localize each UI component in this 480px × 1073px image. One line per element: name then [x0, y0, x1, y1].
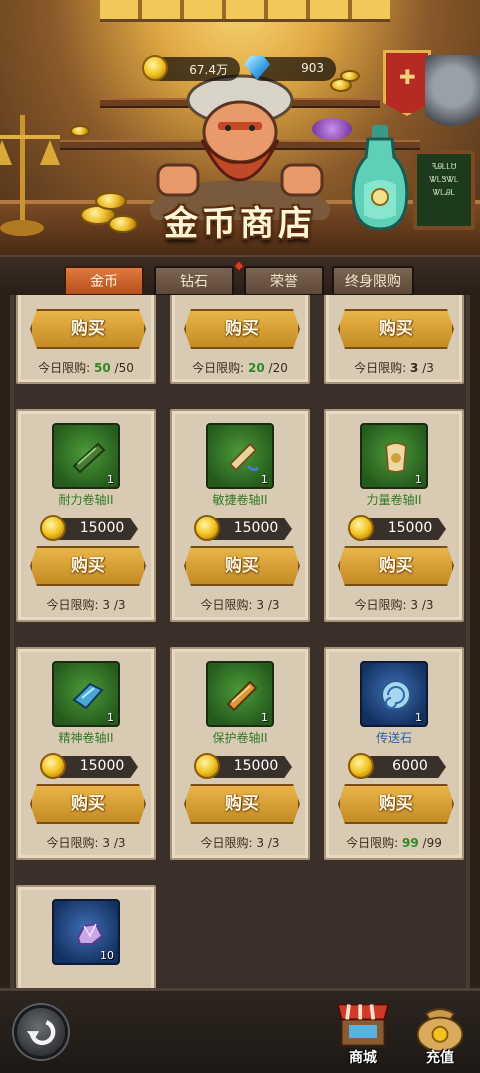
buy-button[interactable]: 购买: [30, 784, 146, 824]
item-icon-frame[interactable]: 1: [206, 661, 274, 727]
purchase-limit: 今日限购: 3 /3: [354, 361, 434, 375]
purchase-limit: 今日限购: 3 /3: [200, 836, 280, 850]
item-name: 传送石: [375, 731, 412, 745]
gold-coin-icon: [40, 753, 66, 779]
gold-coin-icon: [142, 55, 168, 81]
buy-button[interactable]: 购买: [30, 546, 146, 586]
tab-diamond[interactable]: 钻石: [154, 266, 234, 296]
gold-coin-icon: [194, 515, 220, 541]
item-icon-frame[interactable]: 1: [52, 423, 120, 489]
nav-recharge[interactable]: 充值: [405, 997, 475, 1073]
tab-gold[interactable]: 金币: [64, 266, 144, 296]
money-bag-icon: [416, 1008, 464, 1053]
item-icon-frame[interactable]: 10: [52, 899, 120, 965]
item-name: 力量卷轴II: [366, 493, 422, 507]
strength-scroll-icon: [384, 442, 408, 473]
item-card: 购买 今日限购: 3 /3: [324, 295, 464, 384]
purchase-limit: 今日限购: 50 /50: [38, 361, 134, 375]
coin-pile-icon: [340, 70, 360, 82]
item-card: 1 传送石 6000 购买 今日限购: 99 /99: [324, 647, 464, 860]
item-card: 10: [16, 885, 156, 988]
coin-pile-icon: [70, 125, 90, 137]
buy-button[interactable]: 购买: [184, 784, 300, 824]
item-name: 敏捷卷轴II: [212, 493, 268, 507]
item-card: 1 力量卷轴II 15000 购买 今日限购: 3 /3: [324, 409, 464, 622]
bottom-nav: 商城 充值: [0, 988, 480, 1073]
purchase-limit: 今日限购: 3 /3: [46, 836, 126, 850]
back-arrow-icon: [26, 1020, 56, 1045]
item-icon-frame[interactable]: 1: [360, 423, 428, 489]
knight-armor-icon: [425, 55, 480, 145]
item-name: 保护卷轴II: [212, 731, 268, 745]
gold-balance: 67.4万: [142, 55, 240, 81]
item-card: 购买 今日限购: 50 /50: [16, 295, 156, 384]
back-button[interactable]: [14, 1005, 68, 1059]
item-icon-frame[interactable]: 1: [52, 661, 120, 727]
buy-button[interactable]: 购买: [30, 309, 146, 349]
buy-button[interactable]: 购买: [184, 309, 300, 349]
purchase-limit: 今日限购: 99 /99: [346, 836, 442, 850]
gold-amount: 67.4万: [189, 63, 228, 77]
shop-panel[interactable]: 购买 今日限购: 50 /50 购买 今日限购: 20 /20 购买 今日限购:…: [0, 295, 480, 988]
buy-button[interactable]: 购买: [338, 784, 454, 824]
item-icon-frame[interactable]: 1: [360, 661, 428, 727]
item-name: 耐力卷轴II: [58, 493, 114, 507]
buy-button[interactable]: 购买: [338, 309, 454, 349]
tab-honor[interactable]: 荣誉: [244, 266, 324, 296]
mall-stall-icon: [336, 1003, 390, 1047]
page-title: 金币商店: [164, 204, 316, 244]
item-card: 购买 今日限购: 20 /20: [170, 295, 310, 384]
item-card: 1 精神卷轴II 15000 购买 今日限购: 3 /3: [16, 647, 156, 860]
gem-balance: 903: [244, 56, 336, 81]
gold-coin-icon: [348, 515, 374, 541]
item-icon-frame[interactable]: 1: [206, 423, 274, 489]
item-card: 1 敏捷卷轴II 15000 购买 今日限购: 3 /3: [170, 409, 310, 622]
gold-coin-icon: [194, 753, 220, 779]
gold-coin-icon: [348, 753, 374, 779]
purple-ore-icon: [76, 922, 104, 945]
buy-button[interactable]: 购买: [184, 546, 300, 586]
tab-lifetime-limited[interactable]: 终身限购: [332, 266, 414, 296]
item-grid: 购买 今日限购: 50 /50 购买 今日限购: 20 /20 购买 今日限购:…: [14, 295, 466, 988]
purchase-limit: 今日限购: 3 /3: [200, 598, 280, 612]
purchase-limit: 今日限购: 20 /20: [192, 361, 288, 375]
protection-scroll-icon: [226, 680, 258, 712]
gold-coin-icon: [40, 515, 66, 541]
item-card: 1 耐力卷轴II 15000 购买 今日限购: 3 /3: [16, 409, 156, 622]
endurance-scroll-icon: [72, 442, 106, 474]
pennant-banner: ✚: [383, 50, 431, 116]
spirit-scroll-icon: [72, 682, 104, 710]
buy-button[interactable]: 购买: [338, 546, 454, 586]
purchase-limit: 今日限购: 3 /3: [354, 598, 434, 612]
item-name: 精神卷轴II: [58, 731, 114, 745]
agility-scroll-icon: [228, 442, 260, 472]
gem-amount: 903: [301, 61, 324, 75]
item-card: 1 保护卷轴II 15000 购买 今日限购: 3 /3: [170, 647, 310, 860]
purchase-limit: 今日限购: 3 /3: [46, 598, 126, 612]
stained-glass-window: [100, 0, 390, 22]
nav-mall[interactable]: 商城: [328, 997, 398, 1073]
teleport-stone-icon: [381, 680, 411, 710]
shop-banner: ✚ ꟻᎯᏞᏞᏌ ᏔᏞᏕᏔᏞ ᏔᏞᎯᏞ 67.4万 903 金币商店: [0, 0, 480, 255]
